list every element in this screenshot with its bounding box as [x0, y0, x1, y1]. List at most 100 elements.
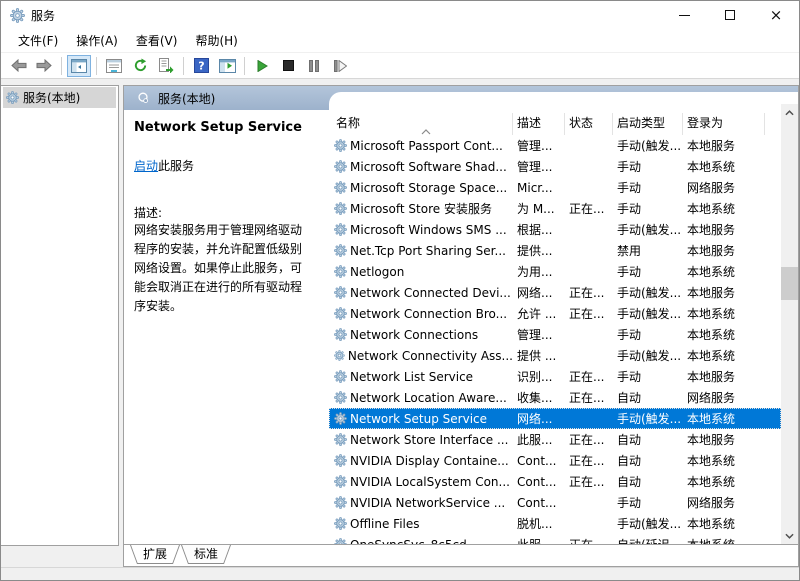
table-row[interactable]: Microsoft Software Shad... 管理... 手动 本地系统 — [329, 156, 781, 177]
service-gear-icon — [334, 265, 347, 278]
services-list: 名称 描述 状态 启动类型 登录为 Microsoft Passport Con… — [329, 92, 798, 544]
table-row[interactable]: Network Location Aware... 收集... 正在... 自动… — [329, 387, 781, 408]
column-header-startup-type[interactable]: 启动类型 — [613, 113, 683, 135]
service-gear-icon — [334, 538, 347, 544]
start-service-line: 启动此服务 — [134, 157, 313, 174]
service-gear-icon — [334, 496, 347, 509]
menu-view[interactable]: 查看(V) — [127, 29, 187, 52]
gear-app-icon — [10, 8, 25, 23]
service-gear-icon — [334, 412, 347, 425]
window-title: 服务 — [31, 7, 55, 24]
show-hide-action-pane-icon[interactable] — [215, 55, 239, 77]
start-service-link[interactable]: 启动 — [134, 159, 158, 173]
services-window: 服务 × 文件(F) 操作(A) 查看(V) 帮助(H) — [0, 0, 800, 581]
toolbar: ? — [1, 53, 799, 79]
service-detail-pane: Network Setup Service 启动此服务 描述: 网络安装服务用于… — [124, 110, 329, 544]
table-row[interactable]: Microsoft Storage Space... Micr... 手动 网络… — [329, 177, 781, 198]
vertical-scrollbar[interactable] — [781, 104, 798, 544]
menu-file[interactable]: 文件(F) — [9, 29, 67, 52]
service-gear-icon — [334, 328, 347, 341]
service-gear-icon — [334, 202, 347, 215]
maximize-icon[interactable] — [707, 1, 753, 29]
minimize-icon[interactable] — [661, 1, 707, 29]
svg-text:?: ? — [198, 60, 204, 73]
scroll-down-icon[interactable] — [781, 527, 798, 544]
forward-arrow-icon[interactable] — [32, 55, 56, 77]
help-icon[interactable]: ? — [189, 55, 213, 77]
console-tree-pane: 服务(本地) — [1, 85, 119, 546]
toolbar-separator — [244, 57, 245, 75]
column-header-description[interactable]: 描述 — [513, 113, 565, 135]
service-gear-icon — [334, 307, 347, 320]
show-console-tree-icon[interactable] — [67, 55, 91, 77]
toolbar-separator — [61, 57, 62, 75]
restart-service-icon[interactable] — [328, 55, 352, 77]
service-gear-icon — [334, 223, 347, 236]
refresh-icon[interactable] — [128, 55, 152, 77]
stop-service-icon[interactable] — [276, 55, 300, 77]
description-text: 网络安装服务用于管理网络驱动程序的安装，并允许配置低级别网络设置。如果停止此服务… — [134, 221, 313, 316]
export-list-icon[interactable] — [154, 55, 178, 77]
panel-header-title: 服务(本地) — [158, 90, 215, 107]
title-bar[interactable]: 服务 × — [1, 1, 799, 29]
menu-help[interactable]: 帮助(H) — [186, 29, 246, 52]
table-row[interactable]: NVIDIA NetworkService ... Cont... 手动 网络服… — [329, 492, 781, 513]
table-row[interactable]: Network Connections 管理... 手动 本地系统 — [329, 324, 781, 345]
table-row[interactable]: Network Connectivity Ass... 提供 ... 手动(触发… — [329, 345, 781, 366]
list-header: 名称 描述 状态 启动类型 登录为 — [329, 92, 798, 135]
tree-item-services-local[interactable]: 服务(本地) — [3, 87, 116, 108]
table-row[interactable]: Offline Files 脱机... 手动(触发... 本地系统 — [329, 513, 781, 534]
tree-item-label: 服务(本地) — [23, 89, 80, 106]
gear-outline-icon — [136, 91, 150, 105]
service-gear-icon — [334, 517, 347, 530]
start-service-suffix: 此服务 — [158, 159, 194, 173]
service-gear-icon — [334, 160, 347, 173]
table-row[interactable]: Microsoft Windows SMS ... 根据... 手动(触发...… — [329, 219, 781, 240]
scroll-up-icon[interactable] — [781, 104, 798, 121]
table-row[interactable]: NVIDIA Display Containe... Cont... 正在...… — [329, 450, 781, 471]
service-gear-icon — [334, 286, 347, 299]
table-row[interactable]: Microsoft Passport Cont... 管理... 手动(触发..… — [329, 135, 781, 156]
table-row[interactable]: Microsoft Store 安装服务 为 M... 正在... 手动 本地系… — [329, 198, 781, 219]
service-gear-icon — [334, 433, 347, 446]
menu-action[interactable]: 操作(A) — [67, 29, 127, 52]
table-row[interactable]: Network Connected Devi... 网络... 正在... 手动… — [329, 282, 781, 303]
content-row: Network Setup Service 启动此服务 描述: 网络安装服务用于… — [124, 110, 798, 545]
column-header-logon-as[interactable]: 登录为 — [683, 113, 765, 135]
table-row[interactable]: NVIDIA LocalSystem Con... Cont... 正在... … — [329, 471, 781, 492]
service-gear-icon — [334, 454, 347, 467]
back-arrow-icon[interactable] — [6, 55, 30, 77]
status-bar — [1, 567, 799, 580]
close-icon[interactable]: × — [753, 1, 799, 29]
table-row[interactable]: Network List Service 识别... 正在... 手动 本地服务 — [329, 366, 781, 387]
tab-standard[interactable]: 标准 — [181, 545, 231, 564]
main-area: 服务(本地) 服务(本地) Network Setup Service 启动此服… — [1, 79, 799, 567]
services-panel: 服务(本地) Network Setup Service 启动此服务 描述: 网… — [123, 85, 799, 567]
service-gear-icon — [334, 370, 347, 383]
toolbar-separator — [96, 57, 97, 75]
column-header-status[interactable]: 状态 — [565, 113, 613, 135]
view-tab-strip: 扩展 标准 — [124, 545, 798, 566]
service-gear-icon — [334, 475, 347, 488]
service-gear-icon — [334, 139, 347, 152]
table-row[interactable]: Network Connection Bro... 允许 ... 正在... 手… — [329, 303, 781, 324]
service-gear-icon — [334, 181, 347, 194]
start-service-icon[interactable] — [250, 55, 274, 77]
tab-extended[interactable]: 扩展 — [130, 545, 180, 564]
table-row[interactable]: Network Store Interface ... 此服... 正在... … — [329, 429, 781, 450]
table-row[interactable]: Net.Tcp Port Sharing Ser... 提供... 禁用 本地服… — [329, 240, 781, 261]
service-gear-icon — [334, 349, 345, 362]
list-body: Microsoft Passport Cont... 管理... 手动(触发..… — [329, 135, 781, 544]
selected-service-title: Network Setup Service — [134, 120, 313, 135]
service-gear-icon — [334, 391, 347, 404]
description-label: 描述: — [134, 204, 313, 221]
pause-service-icon[interactable] — [302, 55, 326, 77]
menu-bar: 文件(F) 操作(A) 查看(V) 帮助(H) — [1, 29, 799, 53]
table-row[interactable]: Netlogon 为用... 手动 本地系统 — [329, 261, 781, 282]
scrollbar-thumb[interactable] — [781, 267, 798, 300]
table-row[interactable]: Network Setup Service 网络... 手动(触发... 本地系… — [329, 408, 781, 429]
table-row[interactable]: OneSyncSvc_8c5cd 此服... 正在... 自动(延迟... 本地… — [329, 534, 781, 544]
toolbar-separator — [183, 57, 184, 75]
properties-icon[interactable] — [102, 55, 126, 77]
column-header-name[interactable]: 名称 — [329, 113, 513, 135]
